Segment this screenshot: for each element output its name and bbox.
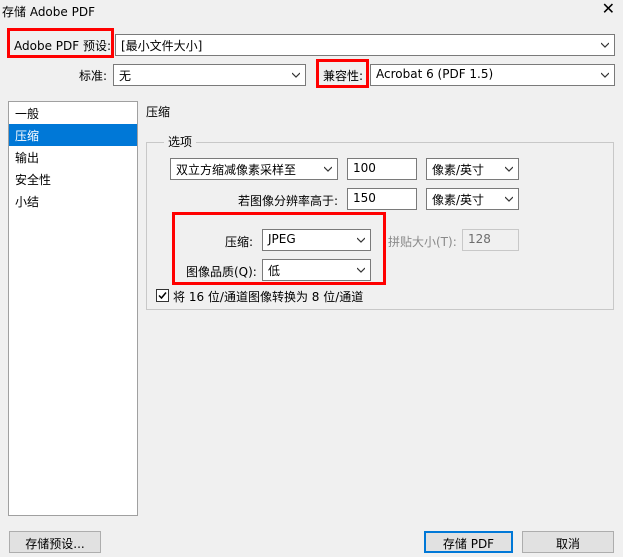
save-preset-button[interactable]: 存储预设... bbox=[9, 531, 101, 553]
ppi-unit-value: 像素/英寸 bbox=[432, 163, 485, 177]
threshold-input[interactable]: 150 bbox=[347, 188, 417, 210]
highlight-box-preset bbox=[7, 28, 114, 58]
downsample-method-select[interactable]: 双立方缩减像素采样至 bbox=[170, 158, 338, 180]
tile-size-input: 128 bbox=[462, 229, 519, 251]
compat-value: Acrobat 6 (PDF 1.5) bbox=[376, 67, 494, 81]
close-icon[interactable]: ✕ bbox=[602, 1, 615, 17]
tile-size-label: 拼贴大小(T): bbox=[388, 235, 457, 249]
threshold-label: 若图像分辨率高于: bbox=[238, 194, 339, 208]
preset-select[interactable]: [最小文件大小] bbox=[115, 34, 615, 56]
chevron-down-icon bbox=[601, 72, 609, 78]
threshold-unit-select[interactable]: 像素/英寸 bbox=[426, 188, 519, 210]
window-title: 存储 Adobe PDF bbox=[2, 5, 95, 19]
chevron-down-icon bbox=[324, 166, 332, 172]
threshold-unit-value: 像素/英寸 bbox=[432, 193, 485, 207]
sidebar-item-output[interactable]: 输出 bbox=[9, 146, 137, 168]
chevron-down-icon bbox=[292, 72, 300, 78]
convert-checkbox[interactable] bbox=[156, 289, 169, 302]
convert-label[interactable]: 将 16 位/通道图像转换为 8 位/通道 bbox=[173, 288, 363, 305]
standard-select[interactable]: 无 bbox=[113, 64, 306, 86]
checkmark-icon bbox=[158, 292, 167, 300]
downsample-method-value: 双立方缩减像素采样至 bbox=[176, 163, 297, 177]
sidebar-item-summary[interactable]: 小结 bbox=[9, 190, 137, 212]
sidebar-item-security[interactable]: 安全性 bbox=[9, 168, 137, 190]
chevron-down-icon bbox=[505, 196, 513, 202]
sidebar-item-general[interactable]: 一般 bbox=[9, 102, 137, 124]
highlight-box-compat bbox=[316, 59, 369, 88]
sidebar: 一般 压缩 输出 安全性 小结 bbox=[8, 101, 138, 516]
cancel-button[interactable]: 取消 bbox=[522, 531, 614, 553]
preset-value: [最小文件大小] bbox=[121, 39, 203, 53]
chevron-down-icon bbox=[505, 166, 513, 172]
standard-label: 标准: bbox=[79, 69, 108, 83]
sidebar-item-compression[interactable]: 压缩 bbox=[9, 124, 137, 146]
options-group-title: 选项 bbox=[164, 133, 197, 150]
panel-heading: 压缩 bbox=[146, 105, 171, 119]
ppi-unit-select[interactable]: 像素/英寸 bbox=[426, 158, 519, 180]
highlight-box-compression bbox=[172, 212, 386, 285]
standard-value: 无 bbox=[119, 69, 132, 83]
save-pdf-button[interactable]: 存储 PDF bbox=[424, 531, 513, 553]
chevron-down-icon bbox=[601, 42, 609, 48]
ppi-input[interactable]: 100 bbox=[347, 158, 417, 180]
compat-select[interactable]: Acrobat 6 (PDF 1.5) bbox=[370, 64, 615, 86]
